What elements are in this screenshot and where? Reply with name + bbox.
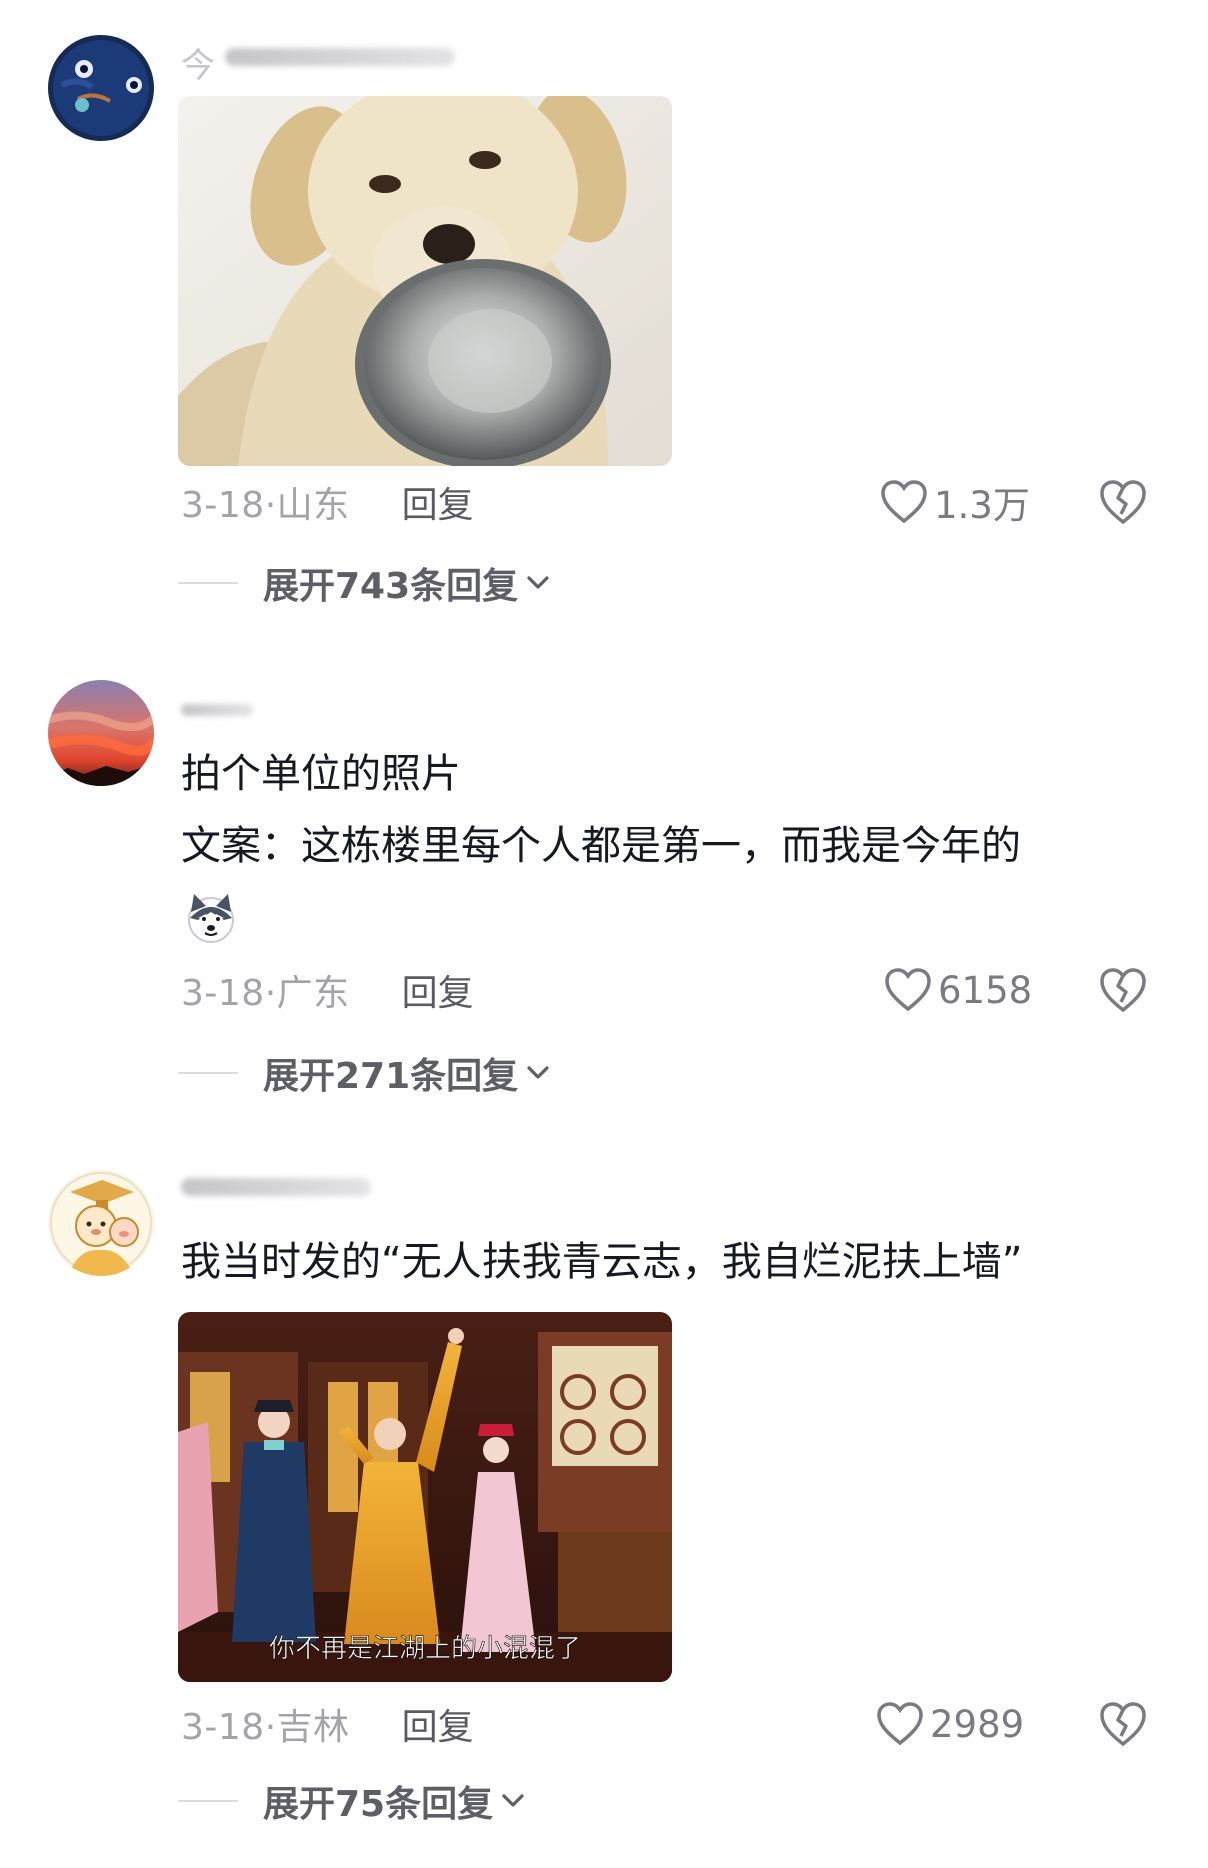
comment-text-line: 拍个单位的照片	[181, 751, 461, 797]
divider	[178, 1072, 238, 1074]
heart-outline-icon	[885, 968, 931, 1012]
expand-replies-button[interactable]: 展开75条回复	[178, 1776, 527, 1826]
comment-meta: 3-18·山东 回复	[181, 478, 474, 526]
dislike-button[interactable]	[1098, 1700, 1148, 1748]
avatar[interactable]	[48, 680, 154, 786]
reply-button[interactable]: 回复	[402, 1698, 474, 1750]
reply-button[interactable]: 回复	[402, 476, 474, 528]
like-count: 2989	[930, 1702, 1025, 1746]
chevron-down-icon	[527, 576, 549, 589]
username-partial: 今	[181, 46, 217, 86]
heart-outline-icon	[877, 1702, 923, 1746]
comment-meta: 3-18·吉林 回复	[181, 1700, 474, 1748]
username[interactable]	[181, 690, 321, 730]
username[interactable]: 今	[181, 38, 461, 86]
comment-date-location: 3-18·吉林	[181, 1707, 350, 1748]
comment-text-line: 文案：这栋楼里每个人都是第一，而我是今年的	[181, 823, 1021, 869]
expand-replies-label: 展开271条回复	[263, 1056, 519, 1097]
broken-heart-icon	[1100, 480, 1146, 525]
dog-with-bowl-image	[178, 96, 672, 466]
reply-button[interactable]: 回复	[402, 964, 474, 1016]
comment-date-location: 3-18·山东	[181, 485, 350, 526]
dislike-button[interactable]	[1098, 966, 1148, 1014]
dislike-button[interactable]	[1098, 478, 1148, 526]
video-subtitle: 你不再是江湖上的小混混了	[269, 1634, 581, 1664]
like-count: 1.3万	[934, 484, 1030, 527]
avatar-image	[48, 680, 154, 786]
avatar[interactable]	[48, 35, 154, 141]
comment-meta: 3-18·广东 回复	[181, 966, 474, 1014]
like-button[interactable]: 1.3万	[880, 472, 1030, 532]
chevron-down-icon	[527, 1066, 549, 1079]
like-button[interactable]: 2989	[876, 1694, 1024, 1754]
expand-replies-label: 展开75条回复	[263, 1784, 494, 1825]
chevron-down-icon	[502, 1794, 524, 1807]
divider	[178, 1800, 238, 1802]
username[interactable]	[181, 1168, 401, 1208]
emoji	[184, 890, 238, 944]
expand-replies-button[interactable]: 展开271条回复	[178, 1048, 552, 1098]
avatar-image	[48, 1170, 154, 1276]
divider	[178, 582, 238, 584]
expand-replies-label: 展开743条回复	[263, 566, 519, 607]
like-button[interactable]: 6158	[884, 960, 1032, 1020]
husky-emoji-icon	[188, 894, 234, 943]
heart-outline-icon	[881, 480, 927, 524]
comment-date-location: 3-18·广东	[181, 973, 350, 1014]
tv-drama-still-image: 你不再是江湖上的小混混了	[178, 1312, 672, 1682]
broken-heart-icon	[1100, 968, 1146, 1013]
avatar-image	[48, 35, 154, 141]
comment-image-dog-bowl[interactable]	[178, 96, 672, 466]
avatar[interactable]	[48, 1170, 154, 1276]
comment-image-drama-still[interactable]: 你不再是江湖上的小混混了	[178, 1312, 672, 1682]
broken-heart-icon	[1100, 1702, 1146, 1747]
like-count: 6158	[938, 968, 1033, 1012]
comment-text-line: 我当时发的“无人扶我青云志，我自烂泥扶上墙”	[181, 1239, 1023, 1285]
expand-replies-button[interactable]: 展开743条回复	[178, 558, 552, 608]
